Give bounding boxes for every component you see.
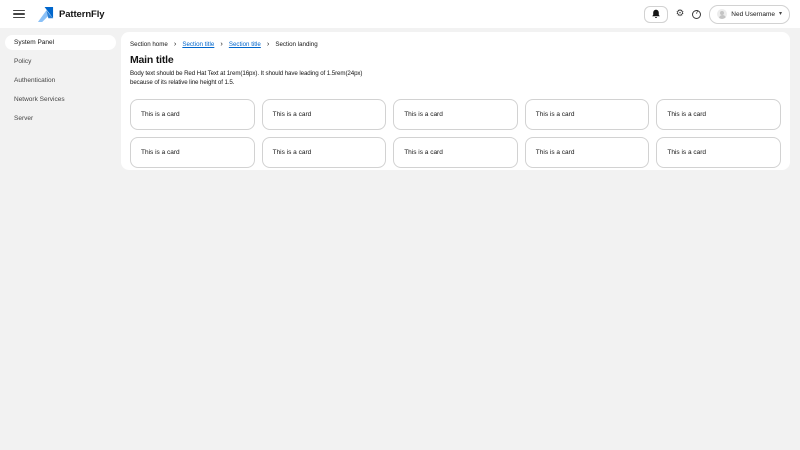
- card: This is a card: [656, 136, 781, 168]
- breadcrumb-item: Section home: [130, 41, 168, 48]
- nav-toggle-button[interactable]: [10, 6, 28, 22]
- card: This is a card: [261, 98, 387, 130]
- user-name: Ned Username: [731, 10, 775, 18]
- sidebar-item-authentication[interactable]: Authentication: [5, 73, 116, 88]
- card: This is a card: [393, 98, 518, 130]
- card: This is a card: [524, 136, 650, 168]
- patternfly-logo-icon: [37, 6, 54, 22]
- question-circle-icon: ?: [692, 9, 702, 19]
- breadcrumb-chevron-icon: ›: [266, 39, 270, 49]
- card: This is a card: [656, 98, 781, 130]
- page-title: Main title: [130, 54, 174, 66]
- masthead: PatternFly ⚙ ? Ned Username ▾: [0, 0, 800, 28]
- sidebar-item-policy[interactable]: Policy: [5, 54, 116, 69]
- card-title: This is a card: [272, 148, 312, 156]
- card: This is a card: [393, 136, 518, 168]
- settings-button[interactable]: ⚙: [676, 9, 685, 19]
- card-title: This is a card: [272, 110, 312, 118]
- card-title: This is a card: [667, 148, 707, 156]
- sidebar-nav: System Panel Policy Authentication Network …: [0, 28, 121, 450]
- card: This is a card: [130, 136, 255, 168]
- sidebar-item-network-services[interactable]: Network Services: [5, 92, 116, 107]
- card-title: This is a card: [404, 148, 443, 156]
- sidebar-item-server[interactable]: Server: [5, 111, 116, 126]
- body-text: Body text should be Red Hat Text at 1rem…: [130, 70, 363, 86]
- card: This is a card: [524, 98, 650, 130]
- brand-name: PatternFly: [59, 8, 105, 20]
- sidebar-item-system-panel[interactable]: System Panel: [5, 35, 116, 50]
- avatar: [717, 9, 728, 19]
- breadcrumb: Section home › Section title › Section title…: [130, 39, 781, 49]
- card-title: This is a card: [667, 110, 707, 118]
- breadcrumb-item[interactable]: Section title: [229, 41, 261, 48]
- card-title: This is a card: [141, 110, 180, 118]
- card-title: This is a card: [404, 110, 443, 118]
- card-grid: This is a card This is a card This is a ca…: [130, 98, 781, 168]
- card-title: This is a card: [535, 110, 575, 118]
- masthead-actions: ⚙ ? Ned Username ▾: [643, 4, 790, 24]
- bars-icon: [13, 9, 25, 12]
- bell-icon: [651, 9, 660, 18]
- card: This is a card: [261, 136, 387, 168]
- main-content: Section home › Section title › Section title…: [121, 32, 790, 170]
- breadcrumb-item: Section landing: [275, 41, 318, 48]
- breadcrumb-chevron-icon: ›: [220, 39, 223, 49]
- brand[interactable]: PatternFly: [37, 6, 105, 23]
- gear-icon: ⚙: [675, 8, 685, 20]
- breadcrumb-chevron-icon: ›: [173, 39, 177, 49]
- card-title: This is a card: [535, 148, 575, 156]
- notifications-button[interactable]: [643, 5, 668, 23]
- breadcrumb-item[interactable]: Section title: [182, 41, 214, 48]
- card-title: This is a card: [141, 148, 180, 156]
- user-menu-dropdown[interactable]: Ned Username ▾: [709, 4, 790, 24]
- help-button[interactable]: ?: [692, 9, 702, 19]
- caret-down-icon: ▾: [778, 11, 782, 17]
- card: This is a card: [130, 98, 255, 130]
